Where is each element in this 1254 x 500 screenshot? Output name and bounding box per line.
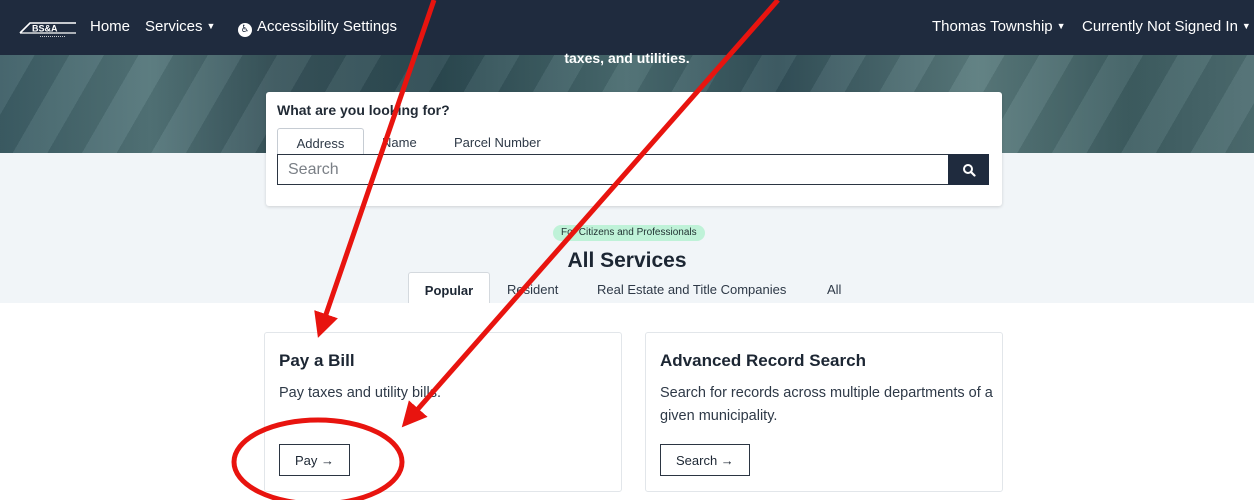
search-records-button[interactable]: Search →	[660, 444, 750, 476]
search-icon	[962, 163, 976, 177]
nav-services-dropdown[interactable]: Services ▼	[145, 18, 215, 35]
chevron-down-icon: ▼	[1056, 21, 1066, 31]
service-card-pay-bill: Pay a Bill Pay taxes and utility bills. …	[264, 332, 622, 492]
search-button[interactable]	[948, 154, 989, 185]
card-description: Search for records across multiple depar…	[660, 385, 993, 424]
nav-services-label: Services	[145, 18, 203, 35]
top-navbar: BS&A Home Services ▼ ♿ Accessibility Setti…	[0, 0, 1254, 55]
tab-parcel-number[interactable]: Parcel Number	[454, 128, 541, 154]
signin-dropdown[interactable]: Currently Not Signed In ▼	[1082, 18, 1251, 35]
search-question: What are you looking for?	[277, 102, 450, 118]
bsa-logo[interactable]: BS&A	[18, 19, 78, 39]
accessibility-icon: ♿	[238, 23, 252, 37]
nav-accessibility-link[interactable]: ♿ Accessibility Settings	[238, 18, 397, 37]
svg-text:BS&A: BS&A	[32, 24, 58, 34]
service-card-record-search: Advanced Record Search Search for record…	[645, 332, 1003, 492]
chevron-down-icon: ▼	[206, 21, 216, 31]
card-title: Advanced Record Search	[660, 351, 866, 370]
township-dropdown[interactable]: Thomas Township ▼	[932, 18, 1066, 35]
pay-button[interactable]: Pay →	[279, 444, 351, 476]
tab-popular[interactable]: Popular	[408, 272, 490, 303]
search-input[interactable]	[277, 154, 948, 185]
nav-accessibility-label: Accessibility Settings	[257, 18, 398, 35]
card-title: Pay a Bill	[279, 351, 355, 370]
tab-name[interactable]: Name	[382, 128, 417, 154]
card-description: Pay taxes and utility bills.	[279, 385, 441, 401]
hero-subtitle: taxes, and utilities.	[564, 50, 690, 66]
tab-real-estate[interactable]: Real Estate and Title Companies	[597, 272, 786, 303]
nav-home-link[interactable]: Home	[90, 18, 130, 35]
audience-badge: For Citizens and Professionals	[553, 225, 705, 241]
chevron-down-icon: ▼	[1241, 21, 1251, 31]
section-title: All Services	[567, 249, 687, 272]
search-card: What are you looking for? Address Name P…	[266, 92, 1002, 206]
signin-label: Currently Not Signed In	[1082, 18, 1238, 35]
tab-address[interactable]: Address	[277, 128, 364, 154]
tab-all[interactable]: All	[827, 272, 841, 303]
township-label: Thomas Township	[932, 18, 1053, 35]
tab-resident[interactable]: Resident	[507, 272, 558, 303]
